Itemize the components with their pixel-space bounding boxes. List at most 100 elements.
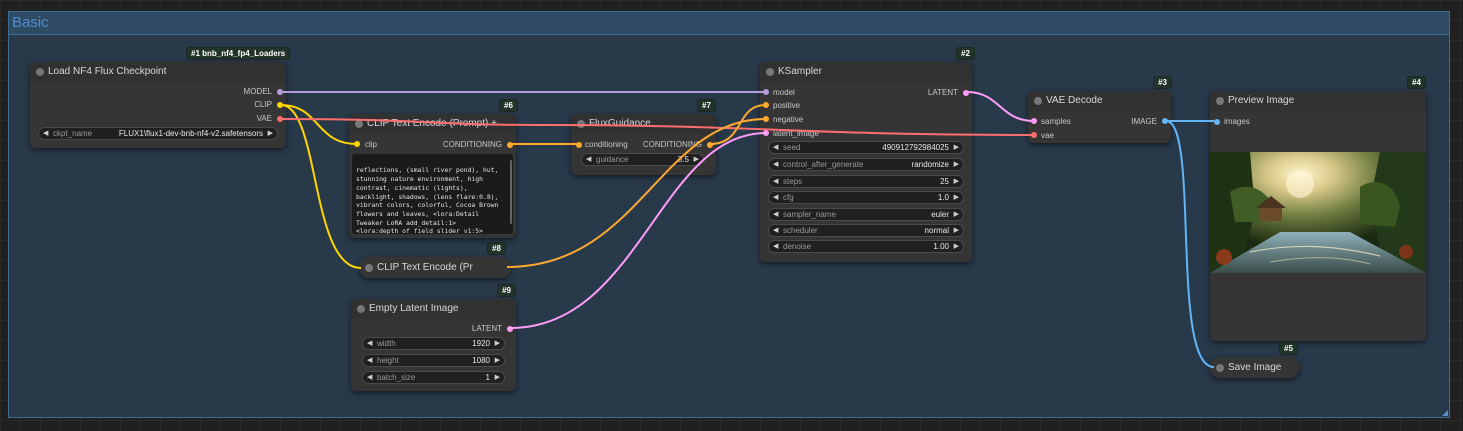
input-samples-pin[interactable] bbox=[1031, 118, 1037, 124]
collapse-dot-icon[interactable] bbox=[766, 68, 774, 76]
collapse-dot-icon[interactable] bbox=[36, 68, 44, 76]
increment-arrow-icon[interactable]: ▶ bbox=[954, 226, 959, 234]
widget-height[interactable]: ◀ height 1080 ▶ bbox=[362, 354, 505, 367]
node-flux-guidance[interactable]: FluxGuidance conditioning CONDITIONING ◀… bbox=[571, 114, 716, 175]
decrement-arrow-icon[interactable]: ◀ bbox=[773, 242, 778, 250]
increment-arrow-icon[interactable]: ▶ bbox=[495, 356, 500, 364]
widget-control-after-generate[interactable]: ◀ control_after_generate randomize ▶ bbox=[768, 158, 964, 171]
decrement-arrow-icon[interactable]: ◀ bbox=[773, 193, 778, 201]
node-save-image[interactable]: Save Image bbox=[1210, 357, 1299, 378]
output-latent-label: LATENT bbox=[471, 324, 502, 333]
node-title[interactable]: Save Image bbox=[1210, 357, 1299, 378]
node-title[interactable]: Load NF4 Flux Checkpoint bbox=[30, 62, 286, 82]
output-conditioning-label: CONDITIONING bbox=[642, 140, 702, 149]
input-positive-label: positive bbox=[773, 101, 801, 110]
collapse-dot-icon[interactable] bbox=[577, 120, 585, 128]
node-clip-text-encode-negative[interactable]: CLIP Text Encode (Pr bbox=[359, 257, 511, 278]
output-latent-pin[interactable] bbox=[507, 326, 513, 332]
widget-value: 1.00 bbox=[933, 242, 949, 251]
input-vae-pin[interactable] bbox=[1031, 132, 1037, 138]
preview-image-jungle-river[interactable] bbox=[1210, 152, 1426, 273]
decrement-arrow-icon[interactable]: ◀ bbox=[773, 210, 778, 218]
widget-guidance[interactable]: ◀ guidance 3.5 ▶ bbox=[581, 153, 704, 166]
group-resize-handle[interactable] bbox=[1442, 410, 1448, 416]
node-clip-text-encode-positive[interactable]: CLIP Text Encode (Prompt) + clip CONDITI… bbox=[349, 114, 516, 238]
output-latent-pin[interactable] bbox=[963, 90, 969, 96]
group-header[interactable] bbox=[9, 12, 1449, 35]
output-clip-label: CLIP bbox=[254, 100, 272, 109]
node-title[interactable]: CLIP Text Encode (Prompt) + bbox=[349, 114, 516, 134]
collapse-dot-icon[interactable] bbox=[1034, 97, 1042, 105]
widget-cfg[interactable]: ◀ cfg 1.0 ▶ bbox=[768, 191, 964, 204]
increment-arrow-icon[interactable]: ▶ bbox=[954, 210, 959, 218]
node-title[interactable]: KSampler bbox=[760, 62, 972, 82]
collapse-dot-icon[interactable] bbox=[365, 264, 373, 272]
widget-value: 1080 bbox=[472, 356, 490, 365]
increment-arrow-icon[interactable]: ▶ bbox=[954, 143, 959, 151]
collapse-dot-icon[interactable] bbox=[355, 120, 363, 128]
decrement-arrow-icon[interactable]: ◀ bbox=[773, 143, 778, 151]
node-preview-image[interactable]: Preview Image images bbox=[1210, 91, 1426, 341]
output-vae-pin[interactable] bbox=[277, 116, 283, 122]
widget-ckpt-name[interactable]: ◀ ckpt_name FLUX1\flux1-dev-bnb-nf4-v2.s… bbox=[38, 127, 278, 140]
input-conditioning-pin[interactable] bbox=[576, 142, 582, 148]
decrement-arrow-icon[interactable]: ◀ bbox=[773, 160, 778, 168]
decrement-arrow-icon[interactable]: ◀ bbox=[43, 129, 48, 137]
widget-scheduler[interactable]: ◀ scheduler normal ▶ bbox=[768, 224, 964, 237]
decrement-arrow-icon[interactable]: ◀ bbox=[367, 356, 372, 364]
node-title-text: FluxGuidance bbox=[589, 118, 651, 129]
output-conditioning-pin[interactable] bbox=[507, 142, 513, 148]
collapse-dot-icon[interactable] bbox=[1216, 97, 1224, 105]
output-image-pin[interactable] bbox=[1162, 118, 1168, 124]
input-negative-pin[interactable] bbox=[763, 116, 769, 122]
widget-value: 490912792984025 bbox=[882, 143, 949, 152]
increment-arrow-icon[interactable]: ▶ bbox=[694, 155, 699, 163]
increment-arrow-icon[interactable]: ▶ bbox=[495, 373, 500, 381]
decrement-arrow-icon[interactable]: ◀ bbox=[367, 373, 372, 381]
textarea-scrollbar[interactable] bbox=[510, 160, 512, 224]
widget-seed[interactable]: ◀ seed 490912792984025 ▶ bbox=[768, 141, 964, 154]
input-negative-label: negative bbox=[773, 115, 804, 124]
node-vae-decode[interactable]: VAE Decode samples vae IMAGE bbox=[1028, 91, 1171, 143]
decrement-arrow-icon[interactable]: ◀ bbox=[773, 226, 778, 234]
node-title[interactable]: Preview Image bbox=[1210, 91, 1426, 111]
decrement-arrow-icon[interactable]: ◀ bbox=[586, 155, 591, 163]
widget-name: seed bbox=[783, 143, 801, 152]
node-title[interactable]: Empty Latent Image bbox=[351, 299, 516, 319]
node-badge-loader: #1 bnb_nf4_fp4_Loaders bbox=[186, 47, 291, 60]
increment-arrow-icon[interactable]: ▶ bbox=[954, 193, 959, 201]
node-title[interactable]: CLIP Text Encode (Pr bbox=[359, 257, 511, 278]
node-empty-latent-image[interactable]: Empty Latent Image LATENT ◀ width 1920 ▶… bbox=[351, 299, 516, 391]
node-title[interactable]: VAE Decode bbox=[1028, 91, 1171, 111]
output-model-pin[interactable] bbox=[277, 89, 283, 95]
prompt-textarea[interactable]: reflections, (small river pond), hut, st… bbox=[352, 154, 513, 234]
input-latent-image-pin[interactable] bbox=[763, 130, 769, 136]
increment-arrow-icon[interactable]: ▶ bbox=[954, 242, 959, 250]
widget-sampler-name[interactable]: ◀ sampler_name euler ▶ bbox=[768, 208, 964, 221]
widget-steps[interactable]: ◀ steps 25 ▶ bbox=[768, 175, 964, 188]
node-ksampler[interactable]: KSampler model positive negative latent_… bbox=[760, 62, 972, 262]
node-title[interactable]: FluxGuidance bbox=[571, 114, 716, 134]
input-model-pin[interactable] bbox=[763, 89, 769, 95]
input-clip-pin[interactable] bbox=[354, 141, 360, 147]
input-positive-pin[interactable] bbox=[763, 102, 769, 108]
decrement-arrow-icon[interactable]: ◀ bbox=[367, 339, 372, 347]
collapse-dot-icon[interactable] bbox=[357, 305, 365, 313]
widget-denoise[interactable]: ◀ denoise 1.00 ▶ bbox=[768, 240, 964, 253]
node-badge-latent: #9 bbox=[497, 284, 516, 297]
widget-value: randomize bbox=[911, 160, 949, 169]
increment-arrow-icon[interactable]: ▶ bbox=[495, 339, 500, 347]
output-clip-pin[interactable] bbox=[277, 102, 283, 108]
input-images-pin[interactable] bbox=[1214, 119, 1220, 125]
widget-name: denoise bbox=[783, 242, 812, 251]
widget-width[interactable]: ◀ width 1920 ▶ bbox=[362, 337, 505, 350]
output-conditioning-pin[interactable] bbox=[707, 142, 713, 148]
decrement-arrow-icon[interactable]: ◀ bbox=[773, 177, 778, 185]
widget-batch-size[interactable]: ◀ batch_size 1 ▶ bbox=[362, 371, 505, 384]
node-load-nf4-checkpoint[interactable]: Load NF4 Flux Checkpoint MODEL CLIP VAE … bbox=[30, 62, 286, 148]
increment-arrow-icon[interactable]: ▶ bbox=[268, 129, 273, 137]
input-vae-label: vae bbox=[1041, 131, 1054, 140]
increment-arrow-icon[interactable]: ▶ bbox=[954, 160, 959, 168]
collapse-dot-icon[interactable] bbox=[1216, 364, 1224, 372]
increment-arrow-icon[interactable]: ▶ bbox=[954, 177, 959, 185]
